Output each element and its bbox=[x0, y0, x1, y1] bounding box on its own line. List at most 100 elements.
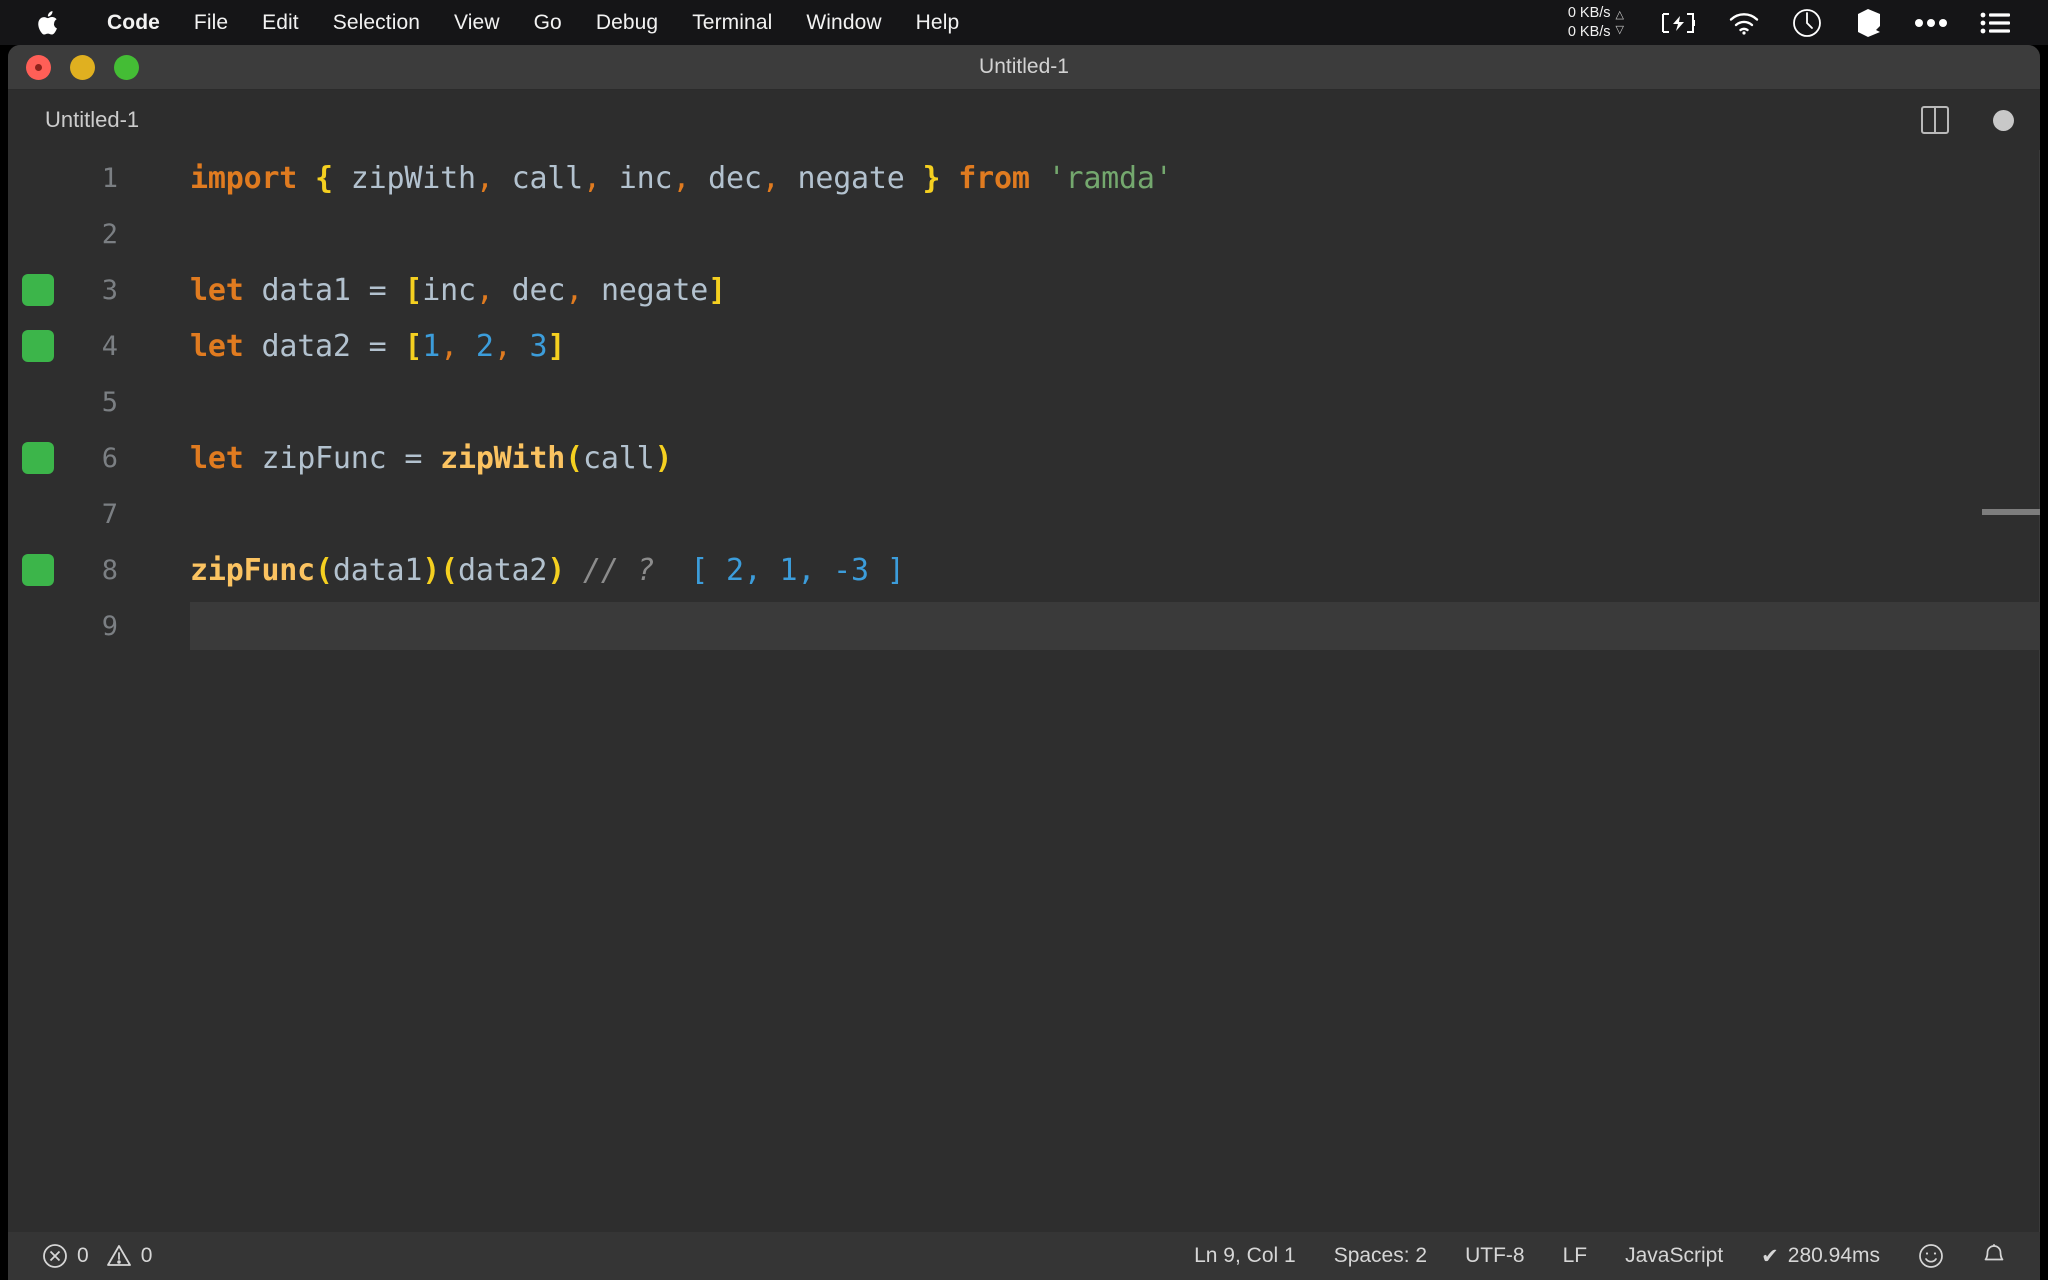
apple-logo-icon[interactable] bbox=[36, 8, 62, 38]
code-token: , bbox=[565, 272, 584, 308]
run-time: 280.94ms bbox=[1787, 1244, 1880, 1267]
problems-indicator[interactable]: 0 0 bbox=[42, 1243, 171, 1269]
menu-item-edit[interactable]: Edit bbox=[245, 0, 316, 45]
line-number: 5 bbox=[101, 386, 118, 418]
code-token: 1 bbox=[422, 328, 441, 364]
scrollbar-track bbox=[2038, 150, 2040, 1232]
macos-menu-bar: Code File Edit Selection View Go Debug T… bbox=[0, 0, 2048, 45]
menu-item-file[interactable]: File bbox=[177, 0, 245, 45]
code-token: zipFunc bbox=[261, 440, 387, 476]
code-token: let bbox=[190, 272, 244, 308]
upload-arrow-icon: △ bbox=[1615, 9, 1624, 22]
code-token: inc bbox=[422, 272, 476, 308]
line-number: 7 bbox=[101, 498, 118, 530]
code-token: , bbox=[493, 328, 512, 364]
code-token: negate bbox=[600, 272, 709, 308]
code-line[interactable]: 7 bbox=[8, 486, 2040, 542]
wifi-icon[interactable] bbox=[1728, 11, 1760, 35]
cube-icon[interactable] bbox=[1854, 8, 1882, 38]
network-download-speed: 0 KB/s bbox=[1567, 23, 1611, 40]
menu-item-view[interactable]: View bbox=[437, 0, 517, 45]
run-status[interactable]: ✔ 280.94ms bbox=[1742, 1244, 1899, 1269]
editor-vertical-scrollbar[interactable] bbox=[1982, 150, 2040, 1232]
tab-untitled-1[interactable]: Untitled-1 bbox=[8, 90, 162, 150]
menu-item-window[interactable]: Window bbox=[789, 0, 898, 45]
code-line[interactable]: 4 let data2 = [1, 2, 3] bbox=[8, 318, 2040, 374]
code-line[interactable]: 5 bbox=[8, 374, 2040, 430]
code-token: dec bbox=[511, 272, 566, 308]
code-token: // ? bbox=[583, 552, 655, 588]
code-line[interactable]: 2 bbox=[8, 206, 2040, 262]
menu-item-debug[interactable]: Debug bbox=[579, 0, 675, 45]
menu-item-selection[interactable]: Selection bbox=[316, 0, 437, 45]
code-line[interactable]: 9 bbox=[8, 598, 2040, 654]
line-content: let zipFunc = zipWith(call) bbox=[138, 440, 673, 476]
vscode-window: Untitled-1 Untitled-1 1 import { zipWith,… bbox=[8, 45, 2040, 1280]
code-token: let bbox=[190, 328, 244, 364]
menu-item-terminal[interactable]: Terminal bbox=[675, 0, 789, 45]
window-title: Untitled-1 bbox=[979, 55, 1069, 78]
code-line[interactable]: 6 let zipFunc = zipWith(call) bbox=[8, 430, 2040, 486]
code-line[interactable]: 8 zipFunc(data1)(data2) // ? [ 2, 1, -3 ] bbox=[8, 542, 2040, 598]
code-token: , bbox=[761, 160, 780, 196]
menu-item-code[interactable]: Code bbox=[90, 0, 177, 45]
gutter-marker[interactable] bbox=[22, 442, 54, 474]
network-upload-speed: 0 KB/s bbox=[1567, 4, 1611, 21]
encoding-setting[interactable]: UTF-8 bbox=[1446, 1244, 1544, 1268]
gutter-marker[interactable] bbox=[22, 330, 54, 362]
scrollbar-thumb[interactable] bbox=[1982, 509, 2040, 515]
download-arrow-icon: ▽ bbox=[1615, 23, 1624, 36]
code-token: , bbox=[583, 160, 601, 196]
code-editor[interactable]: 1 import { zipWith, call, inc, dec, negat… bbox=[8, 150, 2040, 1232]
unsaved-dot-icon[interactable] bbox=[1993, 109, 2014, 131]
menu-item-go[interactable]: Go bbox=[517, 0, 579, 45]
indentation-setting[interactable]: Spaces: 2 bbox=[1315, 1244, 1446, 1268]
gutter-marker[interactable] bbox=[22, 554, 54, 586]
code-token: , bbox=[440, 328, 458, 364]
line-content: zipFunc(data1)(data2) // ? [ 2, 1, -3 ] bbox=[138, 553, 905, 588]
tab-label: Untitled-1 bbox=[45, 107, 140, 132]
eol-setting[interactable]: LF bbox=[1544, 1244, 1607, 1268]
code-token: data1 bbox=[332, 552, 423, 588]
clock-icon[interactable] bbox=[1792, 8, 1822, 38]
gutter-marker[interactable] bbox=[22, 274, 54, 306]
notifications-button[interactable] bbox=[1963, 1243, 2006, 1269]
line-content: let data1 = [inc, dec, negate] bbox=[138, 273, 726, 308]
battery-charging-icon[interactable] bbox=[1660, 12, 1696, 34]
line-content: import { zipWith, call, inc, dec, negate… bbox=[138, 161, 1173, 196]
menu-bar-tray: 0 KB/s 0 KB/s △ ▽ bbox=[1568, 0, 2048, 45]
error-circle-icon bbox=[42, 1243, 68, 1269]
split-editor-icon[interactable] bbox=[1921, 106, 1949, 134]
code-token: ) bbox=[547, 552, 566, 588]
code-line[interactable]: 3 let data1 = [inc, dec, negate] bbox=[8, 262, 2040, 318]
code-token: = bbox=[350, 328, 405, 364]
language-mode[interactable]: JavaScript bbox=[1606, 1244, 1742, 1268]
network-speed-indicator[interactable]: 0 KB/s 0 KB/s △ ▽ bbox=[1568, 4, 1624, 41]
feedback-button[interactable] bbox=[1899, 1243, 1963, 1269]
code-line[interactable]: 1 import { zipWith, call, inc, dec, negat… bbox=[8, 150, 2040, 206]
ellipsis-icon[interactable] bbox=[1914, 18, 1948, 28]
tab-bar-actions bbox=[1921, 106, 2040, 134]
code-token: 2 bbox=[475, 328, 494, 364]
error-count: 0 bbox=[77, 1244, 89, 1267]
code-token: dec bbox=[708, 160, 762, 196]
code-token: ( bbox=[440, 552, 458, 588]
code-token: , bbox=[672, 160, 691, 196]
list-icon[interactable] bbox=[1980, 11, 2010, 35]
cursor-position[interactable]: Ln 9, Col 1 bbox=[1175, 1244, 1315, 1268]
menu-item-help[interactable]: Help bbox=[899, 0, 977, 45]
code-token: from bbox=[958, 160, 1030, 196]
code-token: } bbox=[922, 160, 941, 196]
status-bar-left: 0 0 bbox=[8, 1243, 171, 1269]
